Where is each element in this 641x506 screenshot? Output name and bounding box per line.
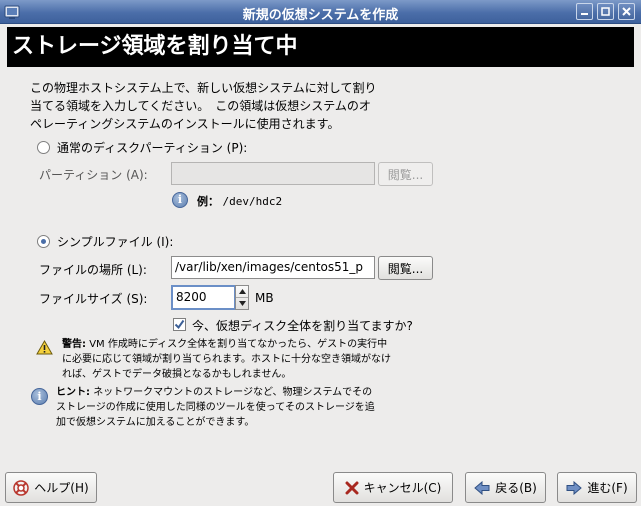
- partition-browse-button[interactable]: 閲覧...: [378, 162, 433, 186]
- intro-line: 当てる領域を入力してください。 この領域は仮想システムのオ: [30, 99, 371, 113]
- example-prefix: 例：: [197, 195, 219, 208]
- partition-radio[interactable]: [37, 141, 50, 154]
- spin-down-button[interactable]: [236, 297, 248, 308]
- hint-line: ストレージの作成に使用した同様のツールを使ってそのストレージを追: [56, 402, 375, 413]
- intro-text: この物理ホストシステム上で、新しい仮想システムに対して割り 当てる領域を入力して…: [30, 79, 420, 133]
- arrow-down-icon: [238, 300, 246, 306]
- arrow-up-icon: [238, 289, 246, 294]
- back-button-label: 戻る(B): [495, 481, 537, 495]
- warning-icon: [36, 340, 53, 355]
- help-button-label: ヘルプ(H): [34, 481, 89, 495]
- file-size-input[interactable]: 8200: [171, 285, 236, 310]
- example-value: /dev/hdc2: [222, 195, 283, 208]
- back-button[interactable]: 戻る(B): [465, 472, 546, 503]
- help-icon: [13, 479, 30, 496]
- intro-line: ペレーティングシステムのインストールに使用されます。: [30, 117, 340, 131]
- hint-line: 加で仮想システムに加えることができます。: [56, 417, 255, 428]
- file-browse-button[interactable]: 閲覧...: [378, 256, 433, 280]
- file-location-input[interactable]: /var/lib/xen/images/centos51_p: [171, 256, 375, 279]
- partition-field-label: パーティション (A):: [39, 168, 148, 182]
- checkmark-icon: [174, 319, 185, 330]
- simple-file-radio[interactable]: [37, 235, 50, 248]
- cancel-icon: [345, 481, 359, 494]
- maximize-icon: [601, 7, 610, 16]
- partition-example: 例： /dev/hdc2: [197, 193, 282, 209]
- window-titlebar: 新規の仮想システムを作成: [0, 0, 641, 24]
- hint-line: ネットワークマウントのストレージなど、物理システムでその: [93, 387, 373, 398]
- intro-line: この物理ホストシステム上で、新しい仮想システムに対して割り: [30, 81, 377, 95]
- arrow-right-icon: [566, 480, 583, 495]
- arrow-left-icon: [474, 480, 490, 495]
- window-title: 新規の仮想システムを作成: [242, 8, 399, 23]
- file-size-unit: MB: [255, 291, 274, 305]
- file-size-label: ファイルサイズ (S):: [39, 292, 148, 306]
- hint-text: ヒント: ネットワークマウントのストレージなど、物理システムでその ストレージの…: [56, 385, 375, 430]
- info-icon: i: [172, 192, 188, 208]
- hint-line-1: ヒント: ネットワークマウントのストレージなど、物理システムでその: [56, 385, 375, 400]
- simple-file-radio-label[interactable]: シンプルファイル (I):: [57, 233, 173, 250]
- warning-heading: 警告:: [62, 339, 86, 350]
- minimize-button[interactable]: [576, 3, 593, 20]
- warning-line: れば、ゲストでデータ破損となるかもしれません。: [62, 369, 292, 380]
- spin-up-button[interactable]: [236, 286, 248, 297]
- partition-input[interactable]: [171, 162, 375, 185]
- warning-line: に必要に応じて領域が割り当てられます。ホストに十分な空き領域がなけ: [62, 354, 391, 365]
- allocate-checkbox[interactable]: [173, 318, 186, 331]
- file-location-label: ファイルの場所 (L):: [39, 263, 147, 277]
- cancel-button-label: キャンセル(C): [363, 481, 442, 495]
- warning-line: VM 作成時にディスク全体を割り当てなかったら、ゲストの実行中: [89, 339, 388, 350]
- hint-heading: ヒント:: [56, 387, 90, 398]
- partition-radio-label[interactable]: 通常のディスクパーティション (P):: [57, 139, 247, 156]
- forward-button-label: 進む(F): [587, 481, 628, 495]
- warning-text: 警告: VM 作成時にディスク全体を割り当てなかったら、ゲストの実行中 に必要に…: [62, 337, 391, 382]
- maximize-button[interactable]: [597, 3, 614, 20]
- minimize-icon: [581, 13, 588, 15]
- forward-button[interactable]: 進む(F): [557, 472, 637, 503]
- cancel-button[interactable]: キャンセル(C): [333, 472, 453, 503]
- help-button[interactable]: ヘルプ(H): [5, 472, 97, 503]
- info-icon: i: [31, 388, 48, 405]
- warning-line-1: 警告: VM 作成時にディスク全体を割り当てなかったら、ゲストの実行中: [62, 337, 391, 352]
- file-size-spinner[interactable]: [235, 285, 249, 310]
- close-icon: [622, 7, 631, 16]
- page-title: ストレージ領域を割り当て中: [7, 27, 634, 67]
- close-button[interactable]: [618, 3, 635, 20]
- allocate-checkbox-label[interactable]: 今、仮想ディスク全体を割り当てますか?: [192, 317, 413, 334]
